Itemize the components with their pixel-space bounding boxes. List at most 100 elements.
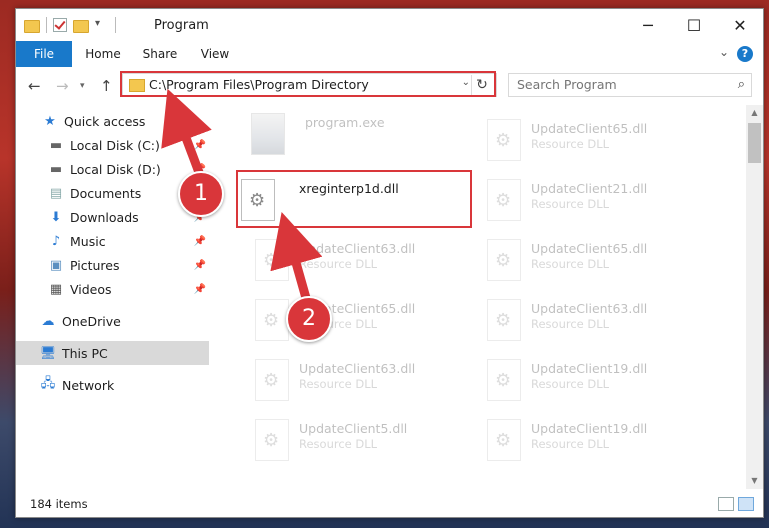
explorer-window: ▾ Program ─ ☐ ✕ File Home Share View ⌄ ?… [15, 8, 764, 518]
dll-file-icon [487, 359, 521, 401]
cloud-icon: ☁ [41, 313, 55, 329]
navigation-bar: ← → ▾ ↑ C:\Program Files\Program Directo… [16, 67, 763, 105]
large-icons-view-icon[interactable] [738, 497, 754, 511]
address-dropdown-icon[interactable]: ⌄ [462, 77, 470, 88]
dll-file-icon [255, 299, 289, 341]
sidebar-item-label: OneDrive [62, 313, 121, 329]
sidebar-item-network[interactable]: 🖧 Network [16, 373, 209, 397]
details-view-icon[interactable] [718, 497, 734, 511]
file-item[interactable]: UpdateClient19.dll Resource DLL [483, 415, 711, 465]
file-item[interactable]: UpdateClient63.dll Resource DLL [251, 355, 479, 405]
tab-home[interactable]: Home [78, 41, 128, 67]
sidebar-item-local-disk-d[interactable]: ▬ Local Disk (D:) 📌 [16, 157, 209, 181]
file-type: Resource DLL [299, 377, 378, 391]
file-type: Resource DLL [299, 257, 378, 271]
tab-view[interactable]: View [192, 41, 238, 67]
download-icon: ⬇ [50, 209, 62, 225]
scroll-thumb[interactable] [748, 123, 761, 163]
sidebar-item-local-disk-c[interactable]: ▬ Local Disk (C:) 📌 [16, 133, 209, 157]
address-path[interactable]: C:\Program Files\Program Directory [149, 77, 369, 92]
pin-icon[interactable]: 📌 [194, 260, 206, 271]
pin-icon[interactable]: 📌 [194, 236, 206, 247]
sidebar-item-label: Videos [70, 281, 112, 297]
search-box[interactable]: ⌕ [508, 73, 752, 97]
close-button[interactable]: ✕ [717, 9, 763, 41]
minimize-button[interactable]: ─ [625, 9, 671, 41]
search-input[interactable] [509, 74, 735, 94]
file-item[interactable]: UpdateClient63.dll Resource DLL [251, 235, 479, 285]
address-bar[interactable]: C:\Program Files\Program Directory ⌄ ↻ [122, 73, 497, 97]
sidebar-item-label: Local Disk (D:) [70, 161, 161, 177]
customize-toolbar-icon[interactable]: ▾ [95, 18, 109, 32]
music-icon: ♪ [51, 233, 61, 249]
scroll-down-icon[interactable]: ▼ [746, 473, 763, 489]
pin-icon[interactable]: 📌 [194, 284, 206, 295]
sidebar-item-onedrive[interactable]: ☁ OneDrive [16, 309, 209, 333]
dll-file-icon [255, 239, 289, 281]
file-name: UpdateClient21.dll [531, 181, 648, 196]
tab-share[interactable]: Share [136, 41, 184, 67]
file-name: UpdateClient63.dll [531, 301, 648, 316]
search-icon[interactable]: ⌕ [738, 77, 745, 92]
file-name: UpdateClient5.dll [299, 421, 408, 436]
step-2-badge: 2 [286, 296, 332, 342]
file-item[interactable]: UpdateClient21.dll Resource DLL [483, 175, 711, 225]
star-icon: ★ [44, 113, 56, 129]
file-item[interactable]: UpdateClient19.dll Resource DLL [483, 355, 711, 405]
sidebar-item-label: Pictures [70, 257, 120, 273]
computer-icon: 🖥 [39, 345, 57, 361]
window-title: Program [154, 18, 209, 33]
vertical-scrollbar[interactable]: ▲ ▼ [746, 105, 763, 489]
sidebar-item-label: This PC [62, 345, 108, 361]
toolbar-separator [46, 17, 47, 33]
file-item[interactable]: UpdateClient65.dll Resource DLL [483, 235, 711, 285]
toolbar-separator [115, 17, 116, 33]
up-arrow-icon[interactable]: ↑ [100, 77, 113, 95]
pin-icon[interactable]: 📌 [194, 140, 206, 151]
new-folder-icon[interactable] [73, 19, 89, 33]
file-name: program.exe [305, 115, 385, 130]
file-type: Resource DLL [531, 377, 610, 391]
file-item[interactable]: UpdateClient5.dll Resource DLL [251, 415, 479, 465]
sidebar-item-videos[interactable]: ▦ Videos 📌 [16, 277, 209, 301]
recent-locations-icon[interactable]: ▾ [80, 81, 85, 91]
sidebar-item-label: Documents [70, 185, 142, 201]
file-type: Resource DLL [531, 257, 610, 271]
refresh-icon[interactable]: ↻ [471, 75, 492, 95]
expand-ribbon-icon[interactable]: ⌄ [719, 45, 729, 59]
file-type: Resource DLL [531, 437, 610, 451]
file-name: UpdateClient65.dll [531, 121, 648, 136]
sidebar-item-quick-access[interactable]: ★ Quick access [16, 109, 209, 133]
maximize-button[interactable]: ☐ [671, 9, 717, 41]
folder-icon[interactable] [24, 19, 40, 33]
file-item[interactable]: UpdateClient65.dll Resource DLL [483, 115, 711, 165]
sidebar-item-label: Downloads [70, 209, 139, 225]
ribbon-tabs: File Home Share View ⌄ ? [16, 41, 763, 91]
dll-file-icon [487, 119, 521, 161]
sidebar-item-music[interactable]: ♪ Music 📌 [16, 229, 209, 253]
dll-file-icon [487, 419, 521, 461]
file-type: Resource DLL [299, 437, 378, 451]
exe-icon [251, 113, 285, 155]
file-item[interactable]: UpdateClient63.dll Resource DLL [483, 295, 711, 345]
title-bar: ▾ Program ─ ☐ ✕ [16, 9, 763, 41]
sidebar-item-label: Music [70, 233, 106, 249]
sidebar-item-label: Network [62, 377, 115, 393]
properties-icon[interactable] [53, 18, 67, 32]
sidebar-item-downloads[interactable]: ⬇ Downloads 📌 [16, 205, 209, 229]
scroll-up-icon[interactable]: ▲ [746, 105, 763, 121]
file-type: Resource DLL [531, 317, 610, 331]
back-arrow-icon[interactable]: ← [28, 77, 41, 95]
file-item[interactable]: program.exe [247, 109, 475, 159]
sidebar-item-pictures[interactable]: ▣ Pictures 📌 [16, 253, 209, 277]
documents-icon: ▤ [49, 185, 63, 201]
help-icon[interactable]: ? [737, 46, 753, 62]
status-bar: 184 items [16, 489, 763, 517]
dll-file-icon [487, 179, 521, 221]
sidebar-item-this-pc[interactable]: 🖥 This PC [16, 341, 209, 365]
quick-access-toolbar: ▾ [24, 17, 116, 33]
dll-file-icon [255, 359, 289, 401]
file-name: UpdateClient63.dll [299, 241, 416, 256]
forward-arrow-icon[interactable]: → [56, 77, 69, 95]
videos-icon: ▦ [49, 281, 63, 297]
